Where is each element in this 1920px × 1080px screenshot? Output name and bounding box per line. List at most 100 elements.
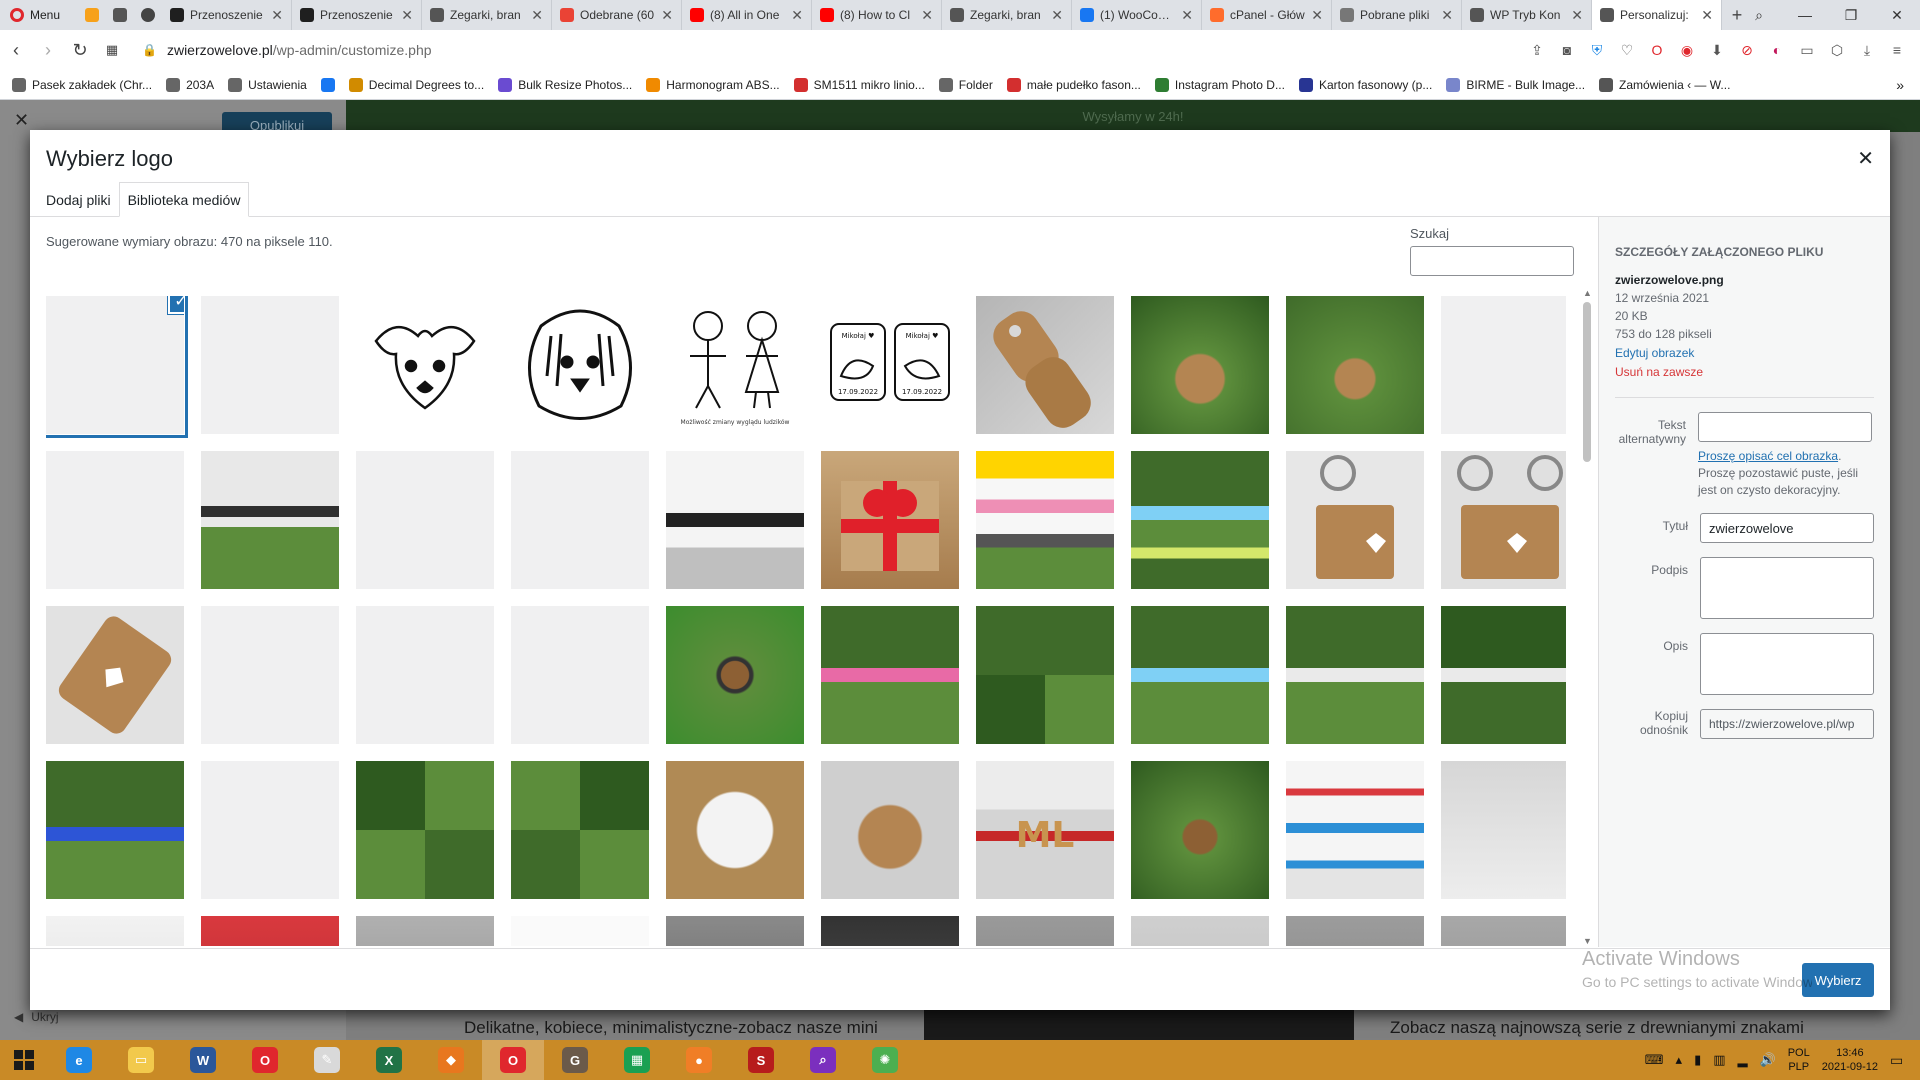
opera-menu-button[interactable]: Menu [0, 0, 78, 30]
media-thumbnail[interactable] [1441, 606, 1566, 744]
notifications-icon[interactable]: ▭ [1890, 1052, 1910, 1069]
clock[interactable]: 13:46 2021-09-12 [1822, 1046, 1878, 1074]
keyboard-icon[interactable]: ⌨ [1645, 1052, 1664, 1068]
reload-button[interactable]: ↻ [64, 34, 96, 66]
media-thumbnail[interactable] [976, 451, 1114, 589]
selected-check-icon[interactable]: ✓ [168, 296, 184, 314]
description-textarea[interactable] [1700, 633, 1874, 695]
media-thumbnail[interactable] [666, 916, 804, 946]
media-thumbnail[interactable] [1286, 296, 1424, 434]
bookmark-item[interactable]: Instagram Photo D... [1154, 77, 1285, 92]
bookmark-item[interactable]: Ustawienia [228, 77, 307, 92]
media-thumbnail[interactable] [511, 916, 649, 946]
tab-close-icon[interactable]: ✕ [531, 7, 543, 24]
tab-close-icon[interactable]: ✕ [1311, 7, 1323, 24]
downloads-icon[interactable]: ⤓ [1854, 37, 1880, 63]
alt-text-input[interactable] [1698, 412, 1872, 442]
tab-close-icon[interactable]: ✕ [401, 7, 413, 24]
media-thumbnail[interactable] [46, 606, 184, 744]
title-input[interactable]: zwierzowelove [1700, 513, 1874, 543]
media-thumbnail[interactable] [511, 761, 649, 899]
browser-tab[interactable]: WP Tryb Kon ✕ [1462, 0, 1592, 30]
network-icon[interactable]: ▥ [1713, 1052, 1725, 1068]
media-thumbnail[interactable] [976, 296, 1114, 434]
browser-tab[interactable]: Przenoszenie ✕ [162, 0, 292, 30]
url-field[interactable]: 🔒 zwierzowelove.pl/wp-admin/customize.ph… [128, 35, 1524, 65]
media-thumbnail[interactable]: ✓ [46, 296, 184, 434]
bookmark-item[interactable]: Karton fasonowy (p... [1298, 77, 1432, 92]
browser-tab[interactable]: Przenoszenie ✕ [292, 0, 422, 30]
bookmark-item[interactable] [320, 77, 335, 92]
media-thumbnail[interactable] [1441, 296, 1566, 434]
grid-scrollbar[interactable]: ▲ ▼ [1580, 288, 1594, 946]
language-indicator[interactable]: POL PLP [1788, 1046, 1810, 1074]
pinned-tab-2[interactable] [106, 0, 134, 30]
caption-textarea[interactable] [1700, 557, 1874, 619]
pinned-tab-1[interactable] [78, 0, 106, 30]
media-thumbnail[interactable] [46, 451, 184, 589]
browser-tab[interactable]: (1) WooComm ✕ [1072, 0, 1202, 30]
browser-tab[interactable]: Zegarki, bran ✕ [942, 0, 1072, 30]
bookmark-item[interactable]: Bulk Resize Photos... [498, 77, 632, 92]
taskbar-app-opera-active[interactable]: O [482, 1040, 544, 1080]
media-thumbnail[interactable] [1286, 606, 1424, 744]
speed-dial-icon[interactable]: ▦ [96, 34, 128, 66]
media-thumbnail[interactable] [1441, 916, 1566, 946]
media-thumbnail[interactable] [356, 916, 494, 946]
cube-icon[interactable]: ⬡ [1824, 37, 1850, 63]
media-thumbnail[interactable] [201, 451, 339, 589]
close-icon[interactable]: ✕ [14, 110, 29, 131]
battery-icon[interactable]: ▮ [1694, 1052, 1701, 1068]
media-thumbnail[interactable] [201, 761, 339, 899]
share-icon[interactable]: ⇪ [1524, 37, 1550, 63]
tab-upload-files[interactable]: Dodaj pliki [38, 182, 119, 217]
scroll-down-icon[interactable]: ▼ [1583, 936, 1592, 946]
minimize-button[interactable]: — [1782, 0, 1828, 30]
media-thumbnail[interactable] [976, 606, 1114, 744]
taskbar-app-app-green[interactable]: ✺ [854, 1040, 916, 1080]
media-thumbnail[interactable] [1131, 916, 1269, 946]
media-thumbnail[interactable] [1131, 296, 1269, 434]
volume-icon[interactable]: 🔊 [1760, 1052, 1776, 1068]
media-thumbnail[interactable] [511, 296, 649, 434]
taskbar-app-opera[interactable]: O [234, 1040, 296, 1080]
color-extension-icon[interactable]: ◐ [1764, 37, 1790, 63]
modal-close-button[interactable]: ✕ [1857, 146, 1874, 171]
opera-extension-icon[interactable]: O [1644, 37, 1670, 63]
taskbar-app-explorer[interactable]: ▭ [110, 1040, 172, 1080]
media-thumbnail[interactable]: Mikołaj ♥ Mikołaj ♥ 17.09.2022 17.09.2022 [821, 296, 959, 434]
media-thumbnail[interactable] [666, 761, 804, 899]
media-thumbnail[interactable] [821, 761, 959, 899]
media-thumbnail[interactable] [821, 916, 959, 946]
hide-controls-button[interactable]: ◀ Ukryj [14, 1010, 59, 1024]
close-window-button[interactable]: ✕ [1874, 0, 1920, 30]
heart-icon[interactable]: ♡ [1614, 37, 1640, 63]
menu-lines-icon[interactable]: ≡ [1884, 37, 1910, 63]
taskbar-app-gimp[interactable]: G [544, 1040, 606, 1080]
camera-icon[interactable]: ◙ [1554, 37, 1580, 63]
browser-tab[interactable]: cPanel - Głów ✕ [1202, 0, 1332, 30]
media-thumbnail[interactable] [1441, 761, 1566, 899]
browser-tab[interactable]: Pobrane pliki ✕ [1332, 0, 1462, 30]
media-thumbnail[interactable] [1286, 451, 1424, 589]
media-thumbnail[interactable] [1131, 451, 1269, 589]
taskbar-app-ie[interactable]: e [48, 1040, 110, 1080]
back-button[interactable]: ‹ [0, 34, 32, 66]
media-thumbnail[interactable] [666, 606, 804, 744]
tab-close-icon[interactable]: ✕ [661, 7, 673, 24]
screen-icon[interactable]: ▭ [1794, 37, 1820, 63]
browser-tab[interactable]: (8) All in One ✕ [682, 0, 812, 30]
media-thumbnail[interactable] [46, 916, 184, 946]
bookmarks-more-icon[interactable]: » [1896, 77, 1920, 93]
bookmark-item[interactable]: Pasek zakładek (Chr... [12, 77, 152, 92]
media-thumbnail[interactable] [356, 761, 494, 899]
select-button[interactable]: Wybierz [1802, 963, 1874, 997]
scroll-up-icon[interactable]: ▲ [1583, 288, 1592, 298]
vpn-icon[interactable]: ◉ [1674, 37, 1700, 63]
media-thumbnail[interactable] [511, 451, 649, 589]
restore-button[interactable]: ❐ [1828, 0, 1874, 30]
media-thumbnail[interactable] [821, 451, 959, 589]
search-input[interactable] [1410, 246, 1574, 276]
media-thumbnail[interactable] [821, 606, 959, 744]
browser-tab[interactable]: Personalizuj: ✕ [1592, 0, 1722, 30]
